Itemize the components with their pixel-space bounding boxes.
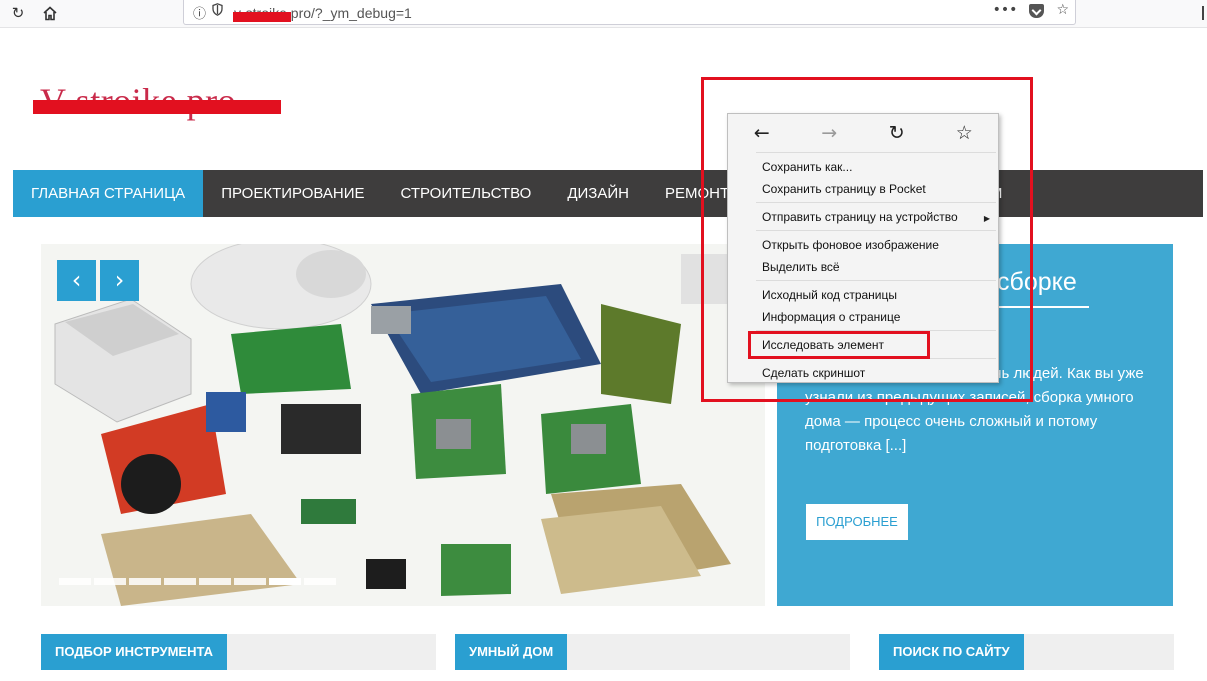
slider-dot[interactable]: [199, 578, 231, 585]
read-more-button[interactable]: ПОДРОБНЕЕ: [806, 504, 908, 540]
info-icon[interactable]: ⓘ: [193, 3, 206, 22]
slider-dot[interactable]: [164, 578, 196, 585]
nav-item-construction[interactable]: СТРОИТЕЛЬСТВО: [383, 170, 550, 217]
widget-title: УМНЫЙ ДОМ: [455, 634, 568, 670]
nav-item-home[interactable]: ГЛАВНАЯ СТРАНИЦА: [13, 170, 204, 217]
slider-dot[interactable]: [59, 578, 91, 585]
pocket-icon[interactable]: [1029, 4, 1045, 18]
slider-dots: [59, 578, 336, 585]
widget-search: ПОИСК ПО САЙТУ: [879, 634, 1174, 670]
bookmark-star-icon[interactable]: ☆: [1056, 2, 1069, 18]
home-icon[interactable]: [38, 2, 62, 24]
browser-toolbar: ↻ ⓘ v-stroike.pro/?_ym_debug=1 ••• ☆: [0, 0, 1207, 28]
library-icon[interactable]: [1202, 6, 1205, 20]
more-icon[interactable]: •••: [993, 2, 1018, 18]
widget-title: ПОДБОР ИНСТРУМЕНТА: [41, 634, 228, 670]
logo-redaction: [33, 100, 281, 114]
slider-dot[interactable]: [304, 578, 336, 585]
widget-tools: ПОДБОР ИНСТРУМЕНТА: [41, 634, 436, 670]
reload-icon[interactable]: ↻: [6, 2, 30, 24]
featured-slider: ‹ ›: [41, 244, 765, 606]
nav-item-interior[interactable]: ДИЗАЙН: [549, 170, 647, 217]
widget-title: ПОИСК ПО САЙТУ: [879, 634, 1024, 670]
slider-prev-button[interactable]: ‹: [57, 260, 96, 301]
annotation-box-inspect: [748, 331, 930, 359]
widget-smart-home: УМНЫЙ ДОМ: [455, 634, 850, 670]
url-redaction: [233, 12, 291, 22]
slider-image: [41, 244, 765, 606]
slider-dot[interactable]: [94, 578, 126, 585]
slider-next-button[interactable]: ›: [100, 260, 139, 301]
slider-dot[interactable]: [234, 578, 266, 585]
slider-dot[interactable]: [129, 578, 161, 585]
address-bar[interactable]: ⓘ v-stroike.pro/?_ym_debug=1 ••• ☆: [183, 0, 1076, 25]
slider-dot-current[interactable]: [269, 578, 301, 585]
shield-icon[interactable]: [212, 3, 223, 19]
nav-item-design[interactable]: ПРОЕКТИРОВАНИЕ: [203, 170, 382, 217]
